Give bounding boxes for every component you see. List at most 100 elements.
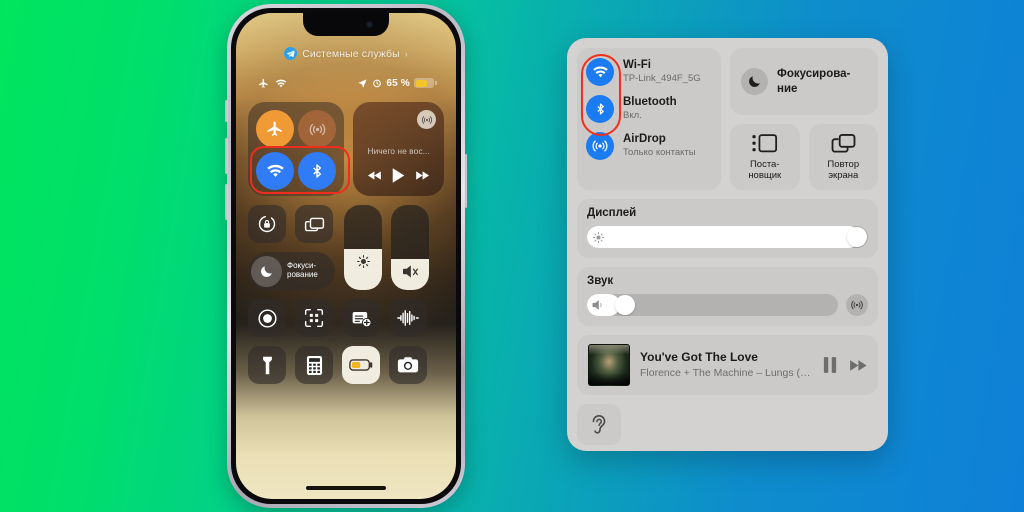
rotation-lock-icon bbox=[258, 215, 276, 233]
airplane-mode-icon bbox=[258, 78, 268, 88]
fast-forward-icon[interactable] bbox=[415, 170, 429, 181]
volume-knob[interactable] bbox=[614, 295, 635, 315]
speaker-icon bbox=[592, 300, 602, 310]
power-button[interactable] bbox=[464, 154, 467, 208]
alarm-clock-icon bbox=[373, 79, 382, 88]
low-power-mode-toggle[interactable] bbox=[342, 346, 380, 384]
screen-mirroring-icon bbox=[304, 217, 324, 231]
screen-mirroring-toggle[interactable] bbox=[295, 205, 333, 243]
mac-wifi-title: Wi-Fi bbox=[623, 58, 651, 71]
cellular-data-toggle[interactable] bbox=[298, 110, 336, 148]
volume-down-button[interactable] bbox=[225, 184, 228, 220]
fast-forward-icon[interactable] bbox=[849, 359, 867, 372]
flashlight-toggle[interactable] bbox=[248, 346, 286, 384]
brightness-sun-icon bbox=[592, 231, 605, 243]
mac-media-controls bbox=[823, 357, 867, 373]
volume-up-button[interactable] bbox=[225, 138, 228, 174]
brightness-slider[interactable] bbox=[587, 226, 868, 248]
mac-track-meta: You've Got The Love Florence + The Machi… bbox=[640, 350, 813, 380]
moon-icon bbox=[741, 68, 768, 95]
brightness-slider[interactable] bbox=[344, 205, 382, 290]
bluetooth-toggle[interactable] bbox=[298, 152, 336, 190]
brightness-knob[interactable] bbox=[847, 227, 867, 247]
mac-accessibility-tile[interactable] bbox=[577, 404, 621, 445]
mac-bluetooth-title: Bluetooth bbox=[623, 95, 677, 108]
mac-focus-label: Фокусирова-ние bbox=[777, 68, 851, 95]
volume-slider[interactable] bbox=[391, 205, 429, 290]
mac-sound-header: Звук bbox=[587, 275, 614, 287]
mac-stage-manager-tile[interactable]: Поста-новщик bbox=[730, 124, 800, 190]
front-camera-icon bbox=[366, 21, 373, 28]
airplane-icon bbox=[267, 121, 282, 136]
bluetooth-icon[interactable] bbox=[586, 95, 614, 123]
pause-icon[interactable] bbox=[823, 357, 837, 373]
album-artwork bbox=[588, 344, 630, 386]
mac-wifi-row[interactable]: Wi-Fi TP-Link_494F_5G bbox=[586, 58, 712, 86]
rotation-lock-toggle[interactable] bbox=[248, 205, 286, 243]
mac-airdrop-row[interactable]: AirDrop Только контакты bbox=[586, 132, 712, 160]
volume-fill bbox=[391, 258, 429, 290]
screen-record-toggle[interactable] bbox=[248, 299, 286, 337]
sound-recognition-toggle[interactable] bbox=[389, 299, 427, 337]
wifi-toggle[interactable] bbox=[256, 152, 294, 190]
quick-note-toggle[interactable] bbox=[342, 299, 380, 337]
iphone-screen: Системные службы › 65 % Ничего не вос...… bbox=[236, 13, 456, 499]
cc-row-4 bbox=[248, 346, 444, 384]
now-playing-widget[interactable]: Ничего не вос... bbox=[353, 102, 444, 196]
iphone-bezel: Системные службы › 65 % Ничего не вос...… bbox=[231, 8, 461, 504]
cellular-antenna-icon bbox=[309, 123, 325, 135]
mac-bluetooth-subtitle: Вкл. bbox=[623, 110, 642, 122]
mac-display-header: Дисплей bbox=[587, 207, 637, 219]
mac-bluetooth-row[interactable]: Bluetooth Вкл. bbox=[586, 95, 712, 123]
camera-button[interactable] bbox=[389, 346, 427, 384]
airplane-mode-toggle[interactable] bbox=[256, 110, 294, 148]
quick-note-icon bbox=[352, 311, 371, 327]
play-icon[interactable] bbox=[392, 168, 405, 183]
wifi-icon bbox=[266, 164, 284, 177]
status-bar-left bbox=[258, 78, 287, 89]
mac-focus-tile[interactable]: Фокусирова-ние bbox=[730, 48, 878, 115]
mac-airdrop-subtitle: Только контакты bbox=[623, 147, 696, 159]
wifi-icon[interactable] bbox=[586, 58, 614, 86]
mac-display-section: Дисплей bbox=[577, 199, 878, 258]
bluetooth-icon bbox=[313, 164, 322, 178]
mac-screen-mirroring-label: Повтор экрана bbox=[827, 158, 860, 181]
system-services-banner[interactable]: Системные службы › bbox=[236, 47, 456, 60]
focus-mode-tile[interactable]: Фокуси-рование bbox=[248, 252, 335, 290]
cc-row-middle: Фокуси-рование bbox=[248, 205, 444, 290]
sound-waveform-icon bbox=[397, 310, 419, 326]
status-bar: 65 % bbox=[236, 75, 456, 91]
calculator-button[interactable] bbox=[295, 346, 333, 384]
macos-control-center-panel: Wi-Fi TP-Link_494F_5G Bluetooth Вкл. Air… bbox=[567, 38, 888, 451]
mac-connectivity-card: Wi-Fi TP-Link_494F_5G Bluetooth Вкл. Air… bbox=[577, 48, 721, 190]
mac-screen-mirroring-tile[interactable]: Повтор экрана bbox=[808, 124, 878, 190]
mac-wifi-subtitle: TP-Link_494F_5G bbox=[623, 73, 701, 85]
cc-row-top: Ничего не вос... bbox=[248, 102, 444, 196]
home-indicator[interactable] bbox=[306, 486, 386, 490]
cc-small-tiles-row bbox=[248, 205, 335, 243]
volume-slider[interactable] bbox=[587, 294, 838, 316]
mac-now-playing-card[interactable]: You've Got The Love Florence + The Machi… bbox=[577, 335, 878, 395]
mac-sound-row bbox=[587, 294, 868, 316]
brightness-fill bbox=[344, 249, 382, 290]
code-scanner-toggle[interactable] bbox=[295, 299, 333, 337]
connectivity-tile[interactable] bbox=[248, 102, 350, 196]
stage-manager-icon bbox=[752, 134, 777, 153]
brightness-sun-icon bbox=[356, 255, 370, 269]
brightness-fill bbox=[587, 226, 860, 248]
wifi-icon bbox=[275, 79, 287, 87]
hearing-ear-icon bbox=[592, 414, 606, 434]
rewind-icon[interactable] bbox=[368, 170, 382, 181]
mute-switch[interactable] bbox=[225, 100, 228, 122]
airdrop-icon[interactable] bbox=[586, 132, 614, 160]
qr-scanner-icon bbox=[304, 308, 324, 328]
mac-cc-tile-row: Поста-новщик Повтор экрана bbox=[730, 124, 878, 190]
mac-cc-right-column: Фокусирова-ние Поста-новщик Повтор экран… bbox=[730, 48, 878, 190]
chevron-right-icon: › bbox=[404, 48, 408, 59]
media-transport-controls bbox=[353, 168, 444, 183]
airplay-audio-icon[interactable] bbox=[846, 294, 868, 316]
airplay-audio-icon[interactable] bbox=[417, 110, 436, 129]
mac-airdrop-text: AirDrop Только контакты bbox=[623, 133, 696, 160]
ios-control-center: Ничего не вос... Фокуси- рование bbox=[248, 102, 444, 393]
battery-icon bbox=[414, 77, 437, 89]
